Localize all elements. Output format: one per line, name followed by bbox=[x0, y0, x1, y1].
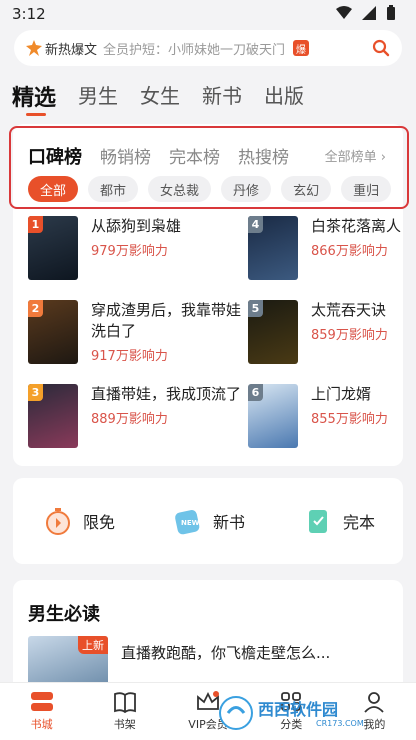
must-read-section: 男生必读 上新 直播教跑酷，你飞檐走壁怎么... bbox=[13, 580, 403, 690]
new-badge-icon: NEW bbox=[171, 504, 205, 538]
bookstore-icon bbox=[30, 692, 53, 711]
book-item[interactable]: 5 太荒吞天诀 859万影响力 bbox=[248, 300, 400, 366]
book-title: 穿成渣男后，我靠带娃洗白了 bbox=[91, 301, 242, 340]
book-info: 穿成渣男后，我靠带娃洗白了 917万影响力 bbox=[91, 300, 243, 366]
book-cover: 4 bbox=[248, 216, 298, 280]
book-info: 太荒吞天诀 859万影响力 bbox=[311, 300, 401, 366]
wifi-icon bbox=[336, 6, 352, 19]
rank-tab-reputation[interactable]: 口碑榜 bbox=[28, 143, 82, 169]
genre-chip-all[interactable]: 全部 bbox=[28, 176, 79, 202]
all-rankings-link[interactable]: 全部榜单 › bbox=[325, 146, 386, 165]
genre-chips: 全部 都市 女总裁 丹修 玄幻 重归 bbox=[28, 176, 400, 204]
bookshelf-icon bbox=[113, 692, 136, 713]
book-item[interactable]: 6 上门龙婿 855万影响力 bbox=[248, 384, 400, 450]
hot-burst-icon bbox=[26, 40, 42, 56]
new-badge: 上新 bbox=[78, 636, 108, 654]
rank-number: 3 bbox=[28, 384, 43, 401]
nav-label: 书城 bbox=[30, 718, 53, 731]
status-bar: 3:12 bbox=[0, 0, 416, 30]
genre-chip-alchemy[interactable]: 丹修 bbox=[221, 176, 272, 202]
book-title: 上门龙婿 bbox=[311, 385, 372, 403]
channel-tab-publish[interactable]: 出版 bbox=[264, 80, 304, 112]
book-title: 太荒吞天诀 bbox=[311, 301, 387, 319]
book-heat: 889万影响力 bbox=[91, 412, 168, 427]
book-cover: 5 bbox=[248, 300, 298, 364]
search-hint: 全员护短：小师妹她一刀破天门 bbox=[103, 42, 286, 58]
search-bar[interactable]: 新热爆文 全员护短：小师妹她一刀破天门 爆 bbox=[14, 30, 402, 66]
rank-number: 4 bbox=[248, 216, 263, 233]
quick-entry-label: 限免 bbox=[82, 513, 115, 532]
channel-tab-female[interactable]: 女生 bbox=[140, 80, 180, 112]
search-tag: 新热爆文 bbox=[45, 42, 98, 58]
book-title: 白茶花落离人 bbox=[311, 217, 401, 235]
book-title: 直播带娃，我成顶流了 bbox=[91, 385, 242, 403]
book-info: 直播带娃，我成顶流了 889万影响力 bbox=[91, 384, 243, 450]
book-title: 从舔狗到枭雄 bbox=[91, 217, 182, 235]
svg-text:NEW: NEW bbox=[181, 519, 200, 527]
all-rankings-label: 全部榜单 bbox=[324, 150, 377, 165]
rank-number: 6 bbox=[248, 384, 263, 401]
book-complete-icon bbox=[301, 504, 335, 538]
hot-badge: 爆 bbox=[293, 40, 310, 56]
channel-tab-featured[interactable]: 精选 bbox=[12, 80, 56, 116]
book-cover: 3 bbox=[28, 384, 78, 448]
book-info: 上门龙婿 855万影响力 bbox=[311, 384, 401, 450]
rank-tab-hot-search[interactable]: 热搜榜 bbox=[238, 143, 289, 168]
book-heat: 917万影响力 bbox=[91, 349, 168, 364]
genre-chip-fantasy[interactable]: 玄幻 bbox=[281, 176, 332, 202]
rank-tab-bestseller[interactable]: 畅销榜 bbox=[100, 143, 151, 168]
ranking-tabs: 口碑榜 畅销榜 完本榜 热搜榜 bbox=[28, 143, 289, 169]
book-heat: 866万影响力 bbox=[311, 244, 388, 259]
channel-tab-new[interactable]: 新书 bbox=[202, 80, 242, 112]
stopwatch-icon bbox=[41, 504, 75, 538]
quick-entry-completed[interactable]: 完本 bbox=[301, 504, 375, 538]
book-item[interactable]: 1 从舔狗到枭雄 979万影响力 bbox=[28, 216, 248, 282]
quick-entry-card: 限免 NEW 新书 完本 bbox=[13, 478, 403, 564]
genre-chip-rebirth[interactable]: 重归 bbox=[341, 176, 392, 202]
nav-bookstore[interactable]: 书城 bbox=[0, 683, 83, 740]
search-icon[interactable] bbox=[372, 39, 390, 61]
chevron-right-icon: › bbox=[376, 150, 386, 165]
rank-number: 2 bbox=[28, 300, 43, 317]
rank-tab-completed[interactable]: 完本榜 bbox=[169, 143, 220, 168]
section-title: 男生必读 bbox=[28, 604, 100, 625]
book-heat: 859万影响力 bbox=[311, 328, 388, 343]
status-icons bbox=[336, 5, 396, 21]
quick-entry-label: 完本 bbox=[342, 513, 375, 532]
quick-entry-label: 新书 bbox=[212, 513, 245, 532]
rank-number: 5 bbox=[248, 300, 263, 317]
rank-number: 1 bbox=[28, 216, 43, 233]
book-item[interactable]: 2 穿成渣男后，我靠带娃洗白了 917万影响力 bbox=[28, 300, 248, 366]
signal-icon bbox=[362, 6, 376, 20]
book-heat: 979万影响力 bbox=[91, 244, 168, 259]
battery-icon bbox=[387, 5, 395, 20]
watermark-logo: 西西软件园 CR173.COM bbox=[219, 696, 364, 730]
quick-entry-free[interactable]: 限免 bbox=[41, 504, 115, 538]
channel-tab-male[interactable]: 男生 bbox=[78, 80, 118, 112]
status-time: 3:12 bbox=[12, 5, 46, 23]
book-heat: 855万影响力 bbox=[311, 412, 388, 427]
channel-tabs: 精选 男生 女生 新书 出版 bbox=[12, 80, 304, 116]
watermark-title: 西西软件园 bbox=[258, 700, 338, 719]
book-info: 从舔狗到枭雄 979万影响力 bbox=[91, 216, 243, 282]
book-cover: 6 bbox=[248, 384, 298, 448]
nav-bookshelf[interactable]: 书架 bbox=[83, 683, 166, 740]
book-item[interactable]: 4 白茶花落离人 866万影响力 bbox=[248, 216, 401, 282]
genre-chip-ceo[interactable]: 女总裁 bbox=[148, 176, 212, 202]
watermark-url: CR173.COM bbox=[316, 719, 364, 728]
book-title[interactable]: 直播教跑酷，你飞檐走壁怎么... bbox=[121, 642, 330, 663]
nav-label: 书架 bbox=[113, 718, 136, 731]
book-cover: 1 bbox=[28, 216, 78, 280]
genre-chip-urban[interactable]: 都市 bbox=[88, 176, 139, 202]
book-info: 白茶花落离人 866万影响力 bbox=[311, 216, 401, 282]
book-cover: 2 bbox=[28, 300, 78, 364]
book-item[interactable]: 3 直播带娃，我成顶流了 889万影响力 bbox=[28, 384, 248, 450]
quick-entry-new[interactable]: NEW 新书 bbox=[171, 504, 245, 538]
ranking-book-list: 1 从舔狗到枭雄 979万影响力 4 白茶花落离人 866万影响力 2 穿成渣男… bbox=[28, 216, 401, 450]
